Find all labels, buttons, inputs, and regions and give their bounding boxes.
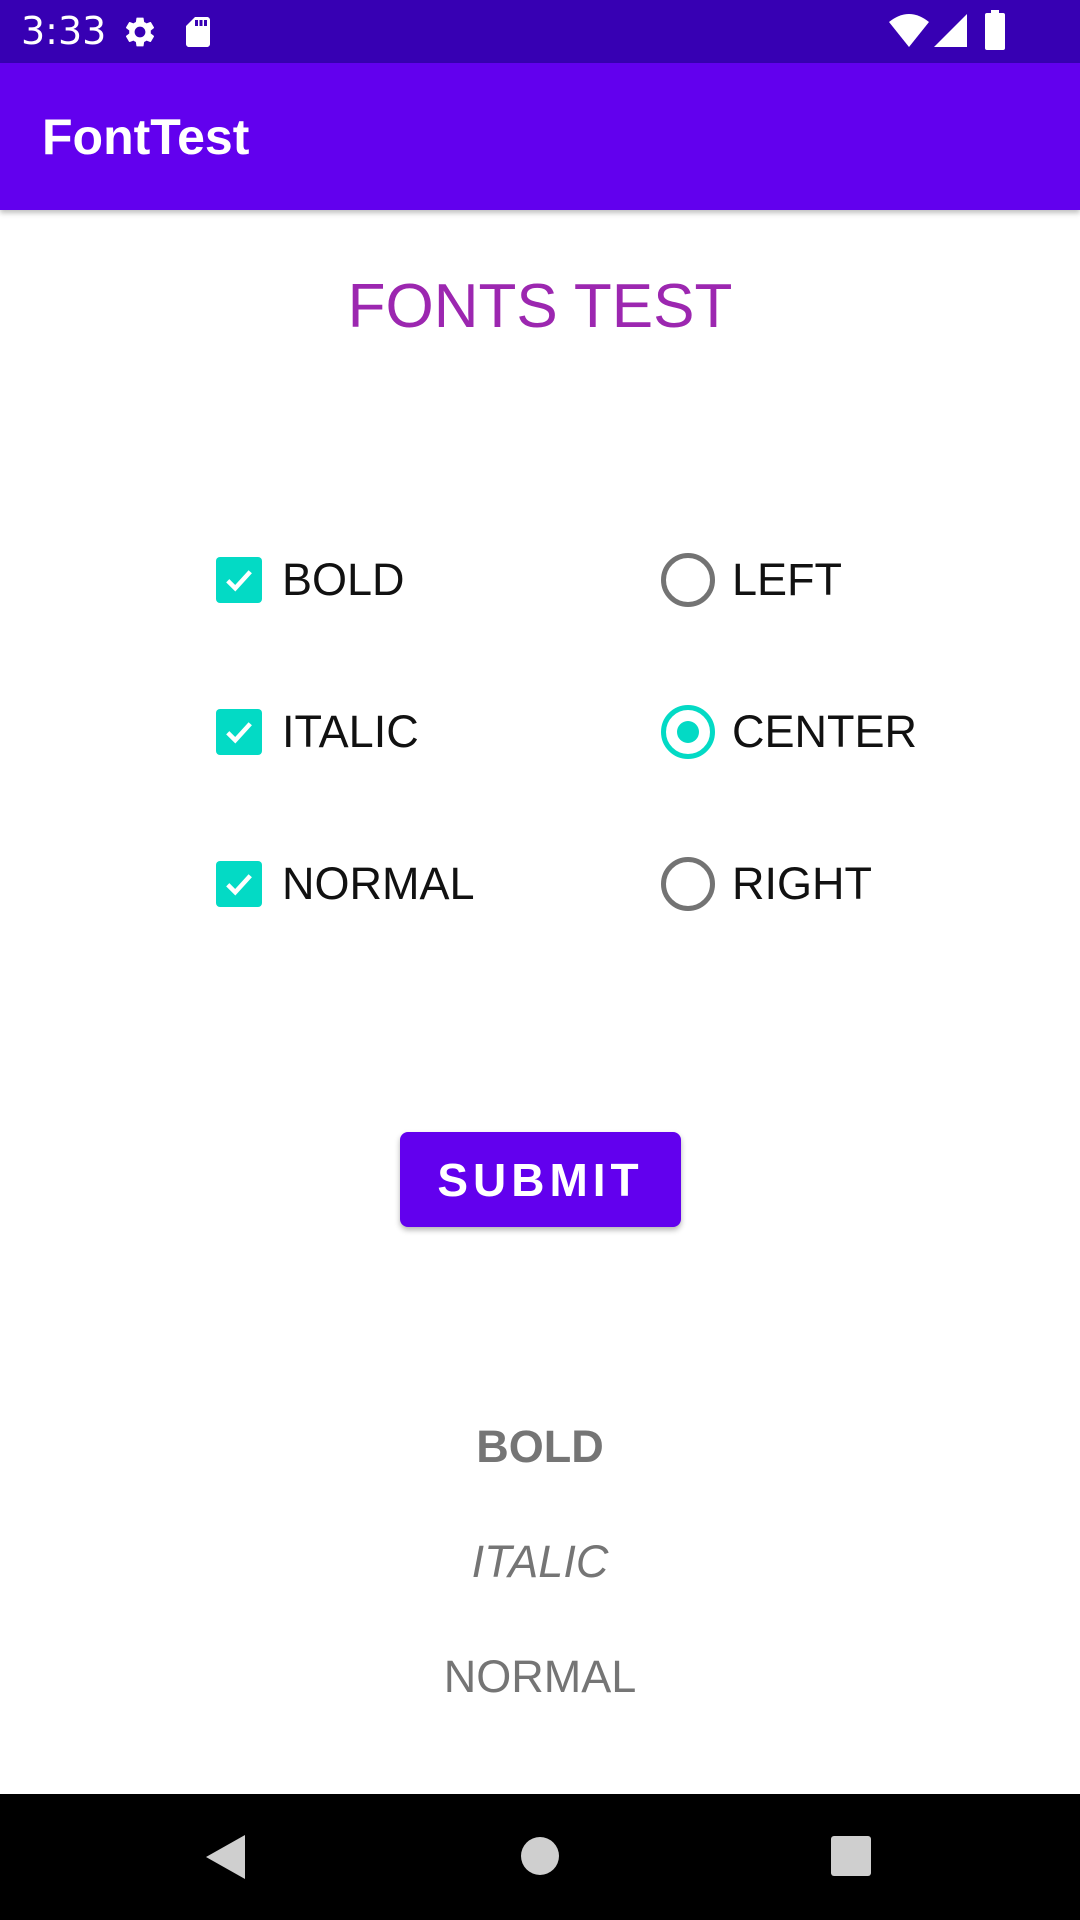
radio-unchecked-icon (661, 857, 715, 911)
italic-checkbox-label: ITALIC (282, 706, 419, 757)
normal-checkbox-label: NORMAL (282, 858, 475, 909)
sd-card-icon (186, 17, 210, 47)
left-radio-label: LEFT (732, 554, 843, 605)
status-bar: 3:33 (0, 0, 1080, 63)
preview-bold-text: BOLD (476, 1421, 604, 1472)
signal-icon (934, 14, 967, 47)
right-radio[interactable]: RIGHT (661, 849, 872, 919)
wifi-icon (889, 14, 929, 47)
recents-icon[interactable] (831, 1836, 871, 1876)
home-icon[interactable] (520, 1836, 560, 1876)
radio-checked-icon (661, 705, 715, 759)
checkbox-checked-icon (216, 709, 262, 755)
radio-unchecked-icon (661, 553, 715, 607)
app-bar: FontTest (0, 63, 1080, 210)
app-title: FontTest (42, 109, 250, 165)
right-radio-label: RIGHT (732, 858, 872, 909)
submit-button[interactable]: SUBMIT (400, 1132, 681, 1227)
checkbox-checked-icon (216, 557, 262, 603)
checkbox-checked-icon (216, 861, 262, 907)
center-radio[interactable]: CENTER (661, 697, 917, 767)
preview-normal-text: NORMAL (443, 1651, 637, 1702)
italic-checkbox[interactable]: ITALIC (216, 697, 419, 767)
status-time: 3:33 (21, 9, 107, 53)
bold-checkbox[interactable]: BOLD (216, 545, 405, 615)
navigation-bar (0, 1794, 1080, 1920)
back-icon[interactable] (204, 1834, 246, 1880)
battery-icon (985, 10, 1005, 50)
bold-checkbox-label: BOLD (282, 554, 405, 605)
gear-icon (125, 17, 155, 47)
center-radio-label: CENTER (732, 706, 918, 757)
left-radio[interactable]: LEFT (661, 545, 842, 615)
page-heading: FONTS TEST (347, 272, 733, 341)
radio-dot (677, 721, 699, 743)
preview-italic-text: ITALIC (471, 1536, 609, 1587)
normal-checkbox[interactable]: NORMAL (216, 849, 475, 919)
